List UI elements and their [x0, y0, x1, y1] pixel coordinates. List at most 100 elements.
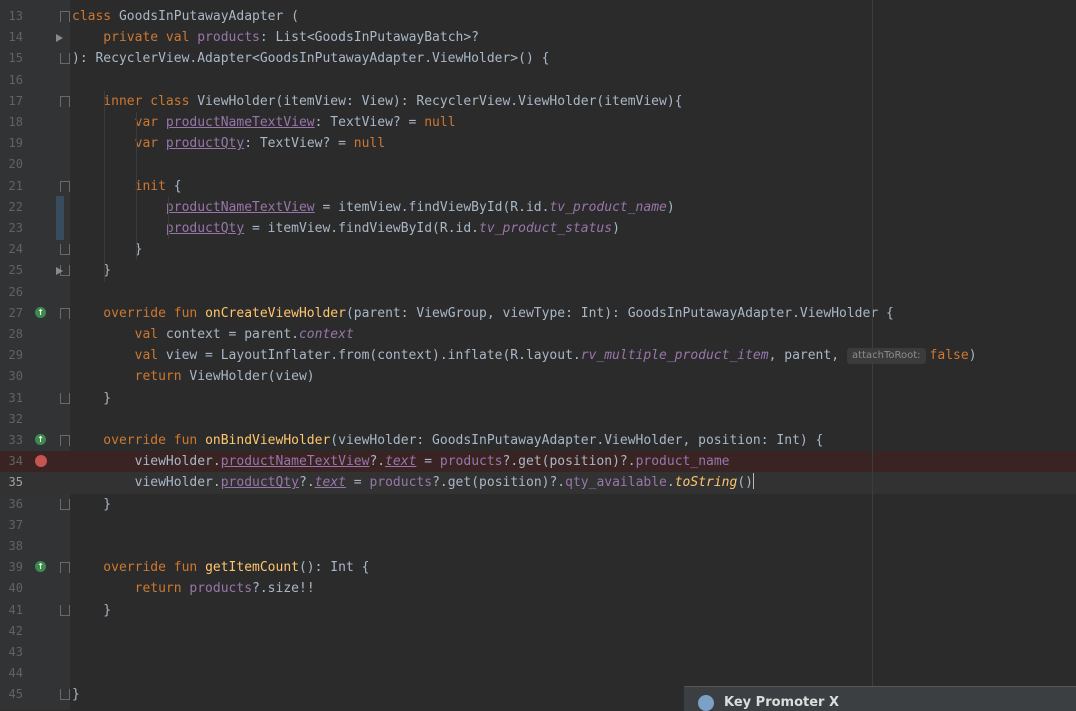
- code-token: }: [72, 242, 143, 258]
- code-line[interactable]: 37: [0, 515, 1076, 536]
- code-line[interactable]: 15 ): RecyclerView.Adapter<GoodsInPutaway…: [0, 48, 1076, 69]
- code-text[interactable]: var productNameTextView: TextView? = nul…: [72, 112, 456, 133]
- code-line[interactable]: 41 }: [0, 600, 1076, 621]
- code-token: = itemView.findViewById(R.id.: [314, 199, 550, 215]
- fold-toggle-icon[interactable]: [60, 11, 70, 22]
- fold-toggle-icon[interactable]: [60, 604, 70, 616]
- code-text[interactable]: viewHolder.productNameTextView?.text = p…: [72, 451, 730, 472]
- line-number: 45: [8, 687, 23, 702]
- code-text[interactable]: inner class ViewHolder(itemView: View): …: [72, 91, 682, 112]
- code-text[interactable]: private val products: List<GoodsInPutawa…: [72, 27, 479, 48]
- code-line[interactable]: 43: [0, 642, 1076, 663]
- fold-toggle-icon[interactable]: [60, 244, 70, 256]
- fold-arrow-icon[interactable]: [56, 267, 63, 276]
- code-text[interactable]: }: [72, 684, 80, 705]
- code-line[interactable]: 13 class GoodsInPutawayAdapter (: [0, 6, 1076, 27]
- code-text[interactable]: }: [72, 239, 143, 260]
- code-token: }: [72, 390, 112, 406]
- code-line[interactable]: 32: [0, 409, 1076, 430]
- line-number: 20: [8, 157, 23, 172]
- code-line[interactable]: 34 viewHolder.productNameTextView?.text …: [0, 451, 1076, 473]
- code-text[interactable]: val context = parent.context: [72, 324, 354, 345]
- code-text[interactable]: override fun onBindViewHolder(viewHolder…: [72, 430, 823, 451]
- fold-toggle-icon[interactable]: [60, 562, 70, 574]
- code-token: ?.size!!: [252, 581, 315, 597]
- code-token: .: [666, 475, 675, 491]
- code-line[interactable]: 29 val view = LayoutInflater.from(contex…: [0, 345, 1076, 366]
- code-text[interactable]: }: [72, 600, 111, 621]
- code-line[interactable]: 30 return ViewHolder(view): [0, 366, 1076, 387]
- key-promoter-popup[interactable]: Key Promoter X: [684, 686, 1076, 711]
- breakpoint-icon[interactable]: [35, 455, 47, 468]
- override-marker-icon[interactable]: ↑: [35, 306, 46, 318]
- code-token: private val: [72, 30, 198, 46]
- code-text[interactable]: var productQty: TextView? = null: [72, 133, 385, 154]
- fold-toggle-icon[interactable]: [60, 392, 70, 404]
- code-line[interactable]: 31 }: [0, 388, 1076, 409]
- code-line[interactable]: 20: [0, 154, 1076, 175]
- code-token: inner class: [72, 93, 198, 109]
- code-line[interactable]: 26: [0, 282, 1076, 303]
- override-marker-icon[interactable]: ↑: [35, 434, 46, 445]
- fold-toggle-icon[interactable]: [60, 307, 70, 319]
- code-text[interactable]: productNameTextView = itemView.findViewB…: [72, 197, 675, 218]
- code-line[interactable]: 24 }: [0, 239, 1076, 260]
- fold-toggle-icon[interactable]: [60, 53, 70, 65]
- code-token: text: [314, 475, 346, 491]
- code-line[interactable]: 19 var productQty: TextView? = null: [0, 133, 1076, 154]
- fold-toggle-icon[interactable]: [60, 498, 70, 510]
- code-line[interactable]: 40 return products?.size!!: [0, 578, 1076, 599]
- code-token: init: [72, 178, 174, 194]
- code-text[interactable]: productQty = itemView.findViewById(R.id.…: [72, 218, 620, 239]
- code-line[interactable]: 35 viewHolder.productQty?.text = product…: [0, 472, 1076, 494]
- code-text[interactable]: }: [72, 494, 111, 515]
- fold-arrow-icon[interactable]: [56, 34, 63, 43]
- code-line[interactable]: 36 }: [0, 494, 1076, 515]
- code-line[interactable]: 42: [0, 621, 1076, 642]
- code-token: products: [197, 30, 260, 46]
- line-number: 21: [8, 178, 23, 193]
- fold-toggle-icon[interactable]: [60, 689, 70, 701]
- code-text[interactable]: }: [72, 260, 111, 281]
- code-line[interactable]: 18 var productNameTextView: TextView? = …: [0, 112, 1076, 133]
- code-text[interactable]: override fun getItemCount(): Int {: [72, 557, 369, 578]
- code-line[interactable]: 39 ↑ override fun getItemCount(): Int {: [0, 557, 1076, 578]
- code-text[interactable]: val view = LayoutInflater.from(context).…: [72, 345, 977, 366]
- code-line[interactable]: 16: [0, 70, 1076, 91]
- code-text[interactable]: ): RecyclerView.Adapter<GoodsInPutawayAd…: [72, 48, 549, 69]
- code-editor[interactable]: 13 class GoodsInPutawayAdapter (14 privat…: [0, 0, 1076, 710]
- fold-toggle-icon[interactable]: [60, 435, 70, 446]
- code-line[interactable]: 27 ↑ override fun onCreateViewHolder(pare…: [0, 303, 1076, 324]
- code-line[interactable]: 33 ↑ override fun onBindViewHolder(viewHo…: [0, 430, 1076, 451]
- code-line[interactable]: 17 inner class ViewHolder(itemView: View…: [0, 91, 1076, 112]
- code-line[interactable]: 22 productNameTextView = itemView.findVi…: [0, 197, 1076, 218]
- code-line[interactable]: 25 }: [0, 260, 1076, 281]
- code-text[interactable]: init {: [72, 176, 182, 197]
- indent-guide: [136, 112, 137, 261]
- vcs-change-marker[interactable]: [56, 196, 64, 240]
- code-line[interactable]: 28 val context = parent.context: [0, 324, 1076, 345]
- override-marker-icon[interactable]: ↑: [35, 561, 46, 573]
- code-line[interactable]: 23 productQty = itemView.findViewById(R.…: [0, 218, 1076, 239]
- code-line[interactable]: 44: [0, 663, 1076, 684]
- code-token: productQty: [165, 221, 245, 236]
- code-text[interactable]: }: [72, 388, 111, 409]
- code-text[interactable]: class GoodsInPutawayAdapter (: [72, 6, 299, 27]
- code-line[interactable]: 38: [0, 536, 1076, 557]
- code-token: text: [385, 454, 417, 470]
- fold-toggle-icon[interactable]: [60, 95, 70, 107]
- code-text[interactable]: viewHolder.productQty?.text = products?.…: [72, 472, 754, 493]
- line-number: 14: [8, 30, 23, 45]
- line-number: 19: [8, 136, 23, 151]
- line-number: 15: [8, 51, 23, 66]
- key-promoter-icon: [698, 695, 714, 711]
- code-text[interactable]: return products?.size!!: [72, 578, 315, 599]
- line-number: 27: [8, 305, 23, 320]
- code-token: tv_product_name: [549, 199, 667, 215]
- fold-toggle-icon[interactable]: [60, 180, 70, 192]
- code-line[interactable]: 14 private val products: List<GoodsInPut…: [0, 27, 1076, 48]
- code-token: var: [72, 115, 166, 130]
- code-line[interactable]: 21 init {: [0, 176, 1076, 197]
- code-text[interactable]: return ViewHolder(view): [72, 366, 315, 387]
- code-text[interactable]: override fun onCreateViewHolder(parent: …: [72, 303, 894, 324]
